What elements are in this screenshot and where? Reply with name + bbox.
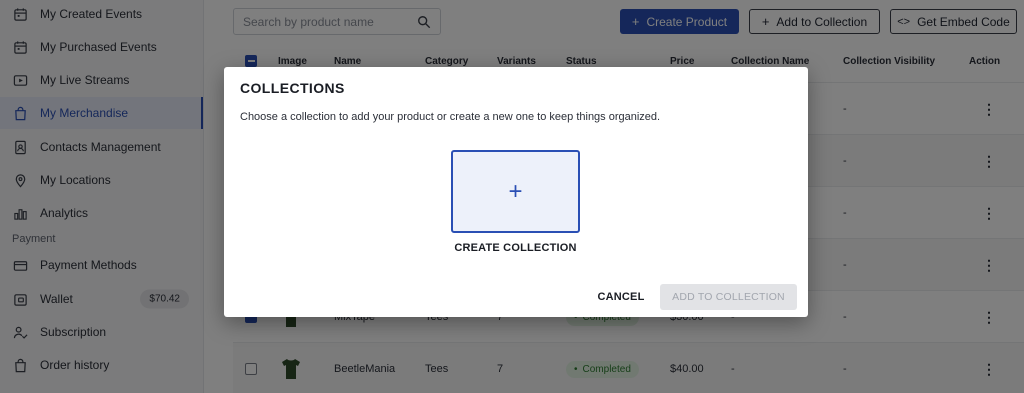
- create-collection-card[interactable]: +: [451, 150, 580, 233]
- add-to-collection-submit-button[interactable]: ADD TO COLLECTION: [660, 284, 797, 310]
- dialog-title: COLLECTIONS: [240, 80, 345, 96]
- collections-dialog: COLLECTIONS Choose a collection to add y…: [224, 67, 808, 317]
- dialog-description: Choose a collection to add your product …: [240, 111, 661, 123]
- cancel-button[interactable]: CANCEL: [592, 284, 650, 310]
- plus-icon: +: [508, 177, 523, 205]
- create-collection-label[interactable]: CREATE COLLECTION: [451, 242, 580, 254]
